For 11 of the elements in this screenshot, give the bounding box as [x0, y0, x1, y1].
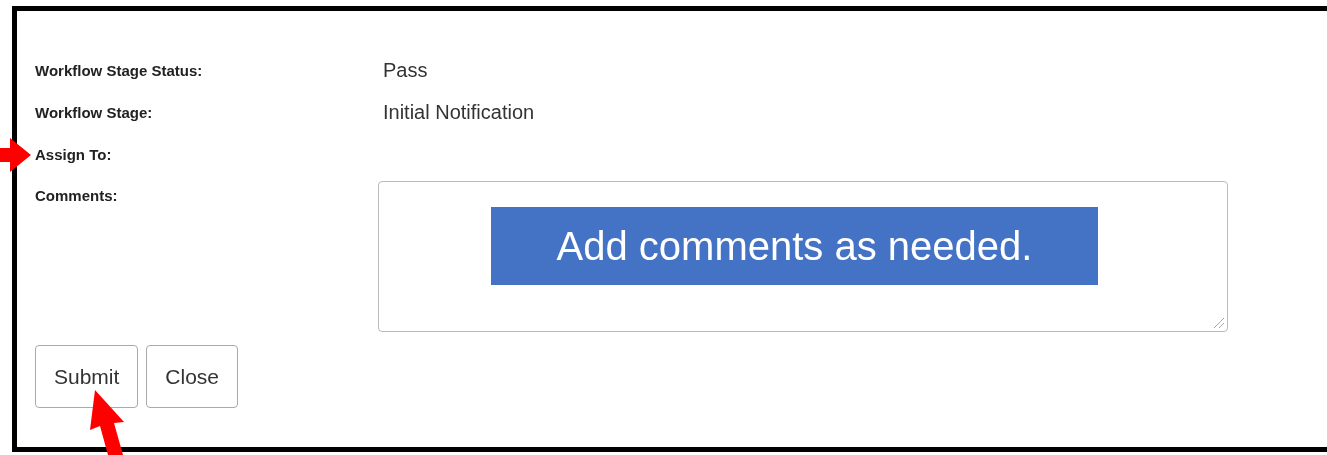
- field-value: Initial Notification: [383, 100, 535, 124]
- field-label: Workflow Stage:: [35, 103, 153, 121]
- callout-label: Add comments as needed.: [491, 207, 1098, 285]
- field-label: Assign To:: [35, 145, 112, 163]
- arrow-icon: [0, 138, 32, 172]
- field-label: Workflow Stage Status:: [35, 61, 203, 79]
- field-label: Comments:: [35, 186, 118, 204]
- field-value: Pass: [383, 58, 428, 82]
- dialog-button[interactable]: Close: [146, 345, 239, 408]
- dialog-button[interactable]: Submit: [35, 345, 139, 408]
- resize-grip-icon: [1211, 315, 1225, 329]
